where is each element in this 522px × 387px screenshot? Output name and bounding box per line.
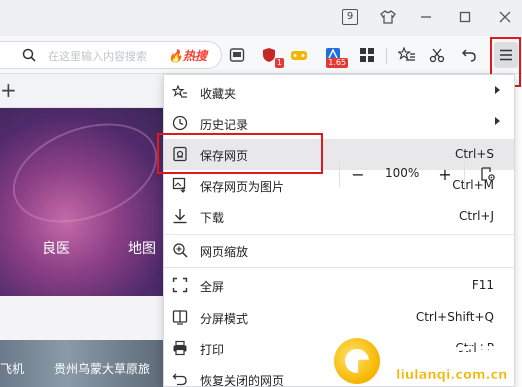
security-extension-button[interactable]: 1 <box>258 44 284 68</box>
nav-link-liangyi[interactable]: 良医 <box>42 238 70 258</box>
close-button[interactable] <box>493 6 517 28</box>
menu-item-label: 下载 <box>200 211 225 225</box>
title-bar: 9 <box>0 0 522 36</box>
toolbar-divider <box>386 48 387 64</box>
news-strip: 飞机 贵州乌蒙大草原旅 <box>0 340 165 387</box>
save-page-highlight <box>157 133 323 174</box>
gamepad-icon <box>291 51 307 60</box>
minimize-icon <box>421 16 431 18</box>
menu-item-label: 历史记录 <box>200 118 249 132</box>
search-placeholder: 在这里输入内容搜索 <box>48 50 147 63</box>
zoom-settings-button[interactable] <box>477 163 499 185</box>
nav-link-map[interactable]: 地图 <box>128 238 156 258</box>
menu-item-fullscreen[interactable]: 全屏 F11 <box>164 270 514 301</box>
zoom-icon <box>172 242 188 258</box>
menu-item-split-screen[interactable]: 分屏模式 Ctrl+Shift+Q <box>164 302 514 333</box>
menu-item-label: 分屏模式 <box>200 312 249 326</box>
grid-icon <box>360 48 374 62</box>
extension-badge: 1 <box>274 58 284 68</box>
flame-icon: 🔥 <box>168 49 183 63</box>
print-icon <box>172 340 188 356</box>
download-icon <box>172 208 188 224</box>
fullscreen-icon <box>172 277 188 293</box>
watermark-logo-icon <box>334 338 380 384</box>
zoom-divider <box>339 161 340 187</box>
star-list-icon <box>398 47 415 61</box>
submenu-arrow-icon <box>495 86 500 94</box>
menu-item-label: 全屏 <box>200 280 225 294</box>
zoom-in-button[interactable]: + <box>434 163 456 185</box>
menu-item-label: 网页缩放 <box>200 245 249 259</box>
search-icon <box>22 48 36 62</box>
news-caption[interactable]: 飞机 <box>0 360 24 377</box>
menu-item-shortcut: Ctrl+S <box>454 147 494 161</box>
menu-item-label: 保存网页为图片 <box>200 180 285 194</box>
screenshot-button[interactable] <box>426 44 448 66</box>
zoom-settings-icon <box>481 167 495 181</box>
undo-close-button[interactable] <box>458 44 480 66</box>
reader-icon <box>229 48 245 62</box>
scissors-icon <box>429 48 445 63</box>
minimize-button[interactable] <box>414 6 438 28</box>
restore-icon <box>172 371 188 387</box>
menu-item-shortcut: F11 <box>471 278 494 292</box>
reader-mode-button[interactable] <box>226 44 248 66</box>
tab-strip: + <box>0 74 165 108</box>
maximize-button[interactable] <box>453 6 477 28</box>
game-extension-button[interactable] <box>288 44 310 66</box>
zoom-divider <box>464 161 465 187</box>
close-icon <box>499 11 511 23</box>
search-box[interactable]: 在这里输入内容搜索 🔥热搜 <box>0 41 222 69</box>
shirt-icon <box>380 10 396 24</box>
watermark-url: liulanqi.com.cn <box>396 368 508 383</box>
zoom-level: 100% <box>385 166 420 180</box>
menu-item-shortcut: Ctrl+Shift+Q <box>415 310 494 324</box>
hero-decoration <box>0 108 165 241</box>
menu-item-favorites[interactable]: 收藏夹 <box>164 77 514 108</box>
watermark: 浏览器乐园 liulanqi.com.cn <box>334 336 522 387</box>
apps-button[interactable] <box>356 44 378 66</box>
toolbar: 在这里输入内容搜索 🔥热搜 1 1.65 <box>0 36 522 74</box>
favorites-button[interactable] <box>396 44 418 66</box>
skin-button[interactable] <box>376 6 400 28</box>
undo-icon <box>462 49 476 62</box>
tab-count-button[interactable]: 9 <box>338 6 362 28</box>
content-area <box>0 296 165 340</box>
menu-item-zoom: 网页缩放 <box>164 235 514 266</box>
tab-count: 9 <box>342 9 358 25</box>
save-image-icon <box>172 177 188 193</box>
menu-item-download[interactable]: 下载 Ctrl+J <box>164 201 514 232</box>
menu-item-shortcut: Ctrl+J <box>459 209 494 223</box>
maximize-icon <box>459 11 471 23</box>
extension-badge: 1.65 <box>326 58 348 68</box>
hero-banner: 良医 地图 <box>0 108 165 296</box>
news-caption[interactable]: 贵州乌蒙大草原旅 <box>54 360 150 377</box>
clock-icon <box>172 115 188 131</box>
split-screen-icon <box>172 309 188 325</box>
menu-item-label: 恢复关闭的网页 <box>200 374 285 387</box>
hot-search-link[interactable]: 🔥热搜 <box>168 47 207 64</box>
menu-item-label: 收藏夹 <box>200 87 237 101</box>
star-list-icon <box>172 84 188 100</box>
zoom-out-button[interactable]: − <box>347 163 369 185</box>
new-tab-button[interactable]: + <box>0 78 17 102</box>
menu-item-label: 打印 <box>200 343 225 357</box>
menu-separator <box>164 267 514 268</box>
submenu-arrow-icon <box>495 117 500 125</box>
translate-extension-button[interactable]: 1.65 <box>322 44 348 68</box>
